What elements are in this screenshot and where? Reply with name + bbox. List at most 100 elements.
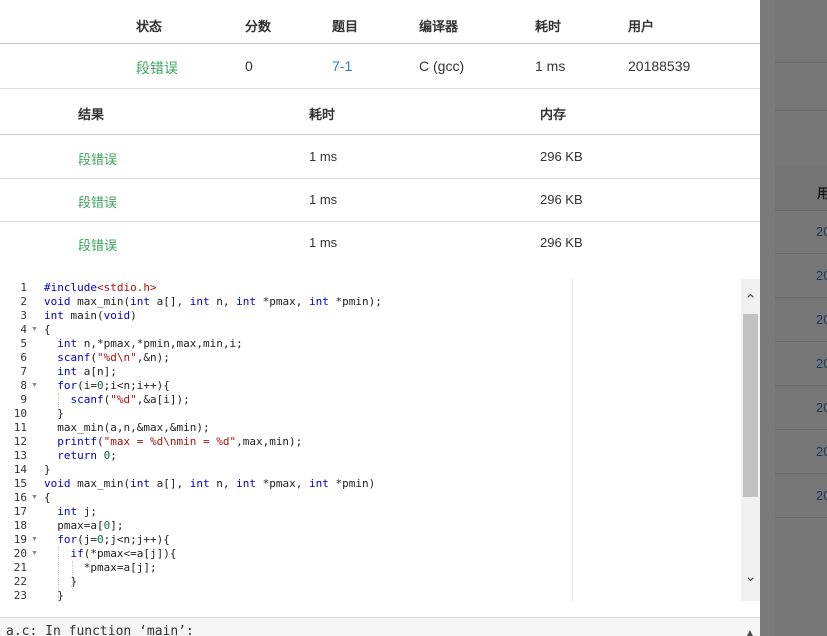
- testcase-memory: 296 KB: [540, 149, 583, 164]
- code-line: for(i=0;i<n;i++){: [57, 379, 170, 392]
- line-number: 15: [13, 477, 27, 490]
- testcase-header-time: 耗时: [309, 107, 336, 122]
- indent-guide: [58, 547, 59, 601]
- line-number: 22: [13, 575, 27, 588]
- testcase-memory: 296 KB: [540, 192, 583, 207]
- line-number: 4: [20, 323, 27, 336]
- line-number: 23: [13, 589, 27, 601]
- summary-time: 1 ms: [535, 58, 566, 74]
- bg-user-id[interactable]: 20: [816, 356, 827, 371]
- code-line: }: [44, 407, 64, 420]
- bg-divider: [775, 210, 827, 211]
- testcase-header-memory: 内存: [540, 107, 567, 122]
- line-number: 9: [20, 393, 27, 406]
- code-line: return 0;: [57, 449, 117, 462]
- indent-guide: [72, 561, 73, 589]
- line-number: 17: [13, 505, 27, 518]
- line-number: 19: [13, 533, 27, 546]
- line-number: 12: [13, 435, 27, 448]
- line-number: 16: [13, 491, 27, 504]
- line-number: 20: [13, 547, 27, 560]
- bg-divider: [775, 110, 827, 111]
- submission-detail-panel: 状态 分数 题目 编译器 耗时 用户 段错误 0 7-1 C (gcc) 1 m…: [0, 0, 760, 636]
- bg-user-id[interactable]: 20: [816, 444, 827, 459]
- code-line: int j;: [57, 505, 97, 518]
- code-line: {: [44, 491, 51, 504]
- scroll-up-icon[interactable]: ⌃: [743, 293, 758, 309]
- summary-problem-link[interactable]: 7-1: [332, 58, 352, 74]
- line-number: 14: [13, 463, 27, 476]
- bg-user-id[interactable]: 20: [816, 224, 827, 239]
- bg-divider: [775, 341, 827, 342]
- code-line: }: [44, 589, 64, 601]
- divider: [0, 221, 760, 222]
- line-number: 5: [20, 337, 27, 350]
- code-line: printf("max = %d\nmin = %d",max,min);: [57, 435, 303, 448]
- code-line: pmax=a[0];: [44, 519, 124, 532]
- code-editor[interactable]: 1 2 3 4 ▼ 5 6 7 8 ▼ 9 10 11 12 13 14 15 16 ▼ 17 18 19 ▼ 20 ▼ 21 22…: [0, 279, 760, 601]
- fold-toggle-icon[interactable]: ▼: [31, 536, 38, 543]
- line-number: 1: [20, 281, 27, 294]
- code-line: #include<stdio.h>: [44, 281, 157, 294]
- code-line: }: [44, 463, 51, 476]
- stage: 用户 20 20 20 20 20 20 20 状态 分数 题目 编译器 耗时: [0, 0, 827, 636]
- bg-column-header-user: 用户: [817, 186, 827, 201]
- summary-compiler: C (gcc): [419, 58, 465, 74]
- testcase-result: 段错误: [78, 195, 118, 210]
- code-line: void max_min(int a[], int n, int *pmax, …: [44, 477, 376, 490]
- summary-row: 段错误 0 7-1 C (gcc) 1 ms 20188539: [0, 0, 760, 88]
- bg-divider: [775, 429, 827, 430]
- testcase-memory: 296 KB: [540, 235, 583, 250]
- summary-status: 段错误: [136, 60, 178, 76]
- bg-user-id[interactable]: 20: [816, 312, 827, 327]
- divider: [0, 134, 760, 135]
- output-scroll-up-icon[interactable]: ▲: [744, 626, 756, 636]
- fold-toggle-icon[interactable]: ▼: [31, 550, 38, 557]
- indent-guide: [58, 393, 59, 421]
- code-line: void max_min(int a[], int n, int *pmax, …: [44, 295, 382, 308]
- bg-divider: [775, 62, 827, 63]
- bg-user-id[interactable]: 20: [816, 400, 827, 415]
- code-scrollbar[interactable]: ⌃ ⌄: [741, 279, 760, 601]
- background-table-strip: 用户 20 20 20 20 20 20 20: [775, 0, 827, 636]
- bg-divider: [775, 297, 827, 298]
- code-line: if(*pmax<=a[j]){: [70, 547, 177, 560]
- line-number: 21: [13, 561, 27, 574]
- testcase-time: 1 ms: [309, 192, 338, 207]
- compiler-output-text: a.c: In function ‘main’:: [6, 624, 194, 636]
- summary-user: 20188539: [628, 58, 691, 74]
- code-line: {: [44, 323, 51, 336]
- fold-toggle-icon[interactable]: ▼: [31, 326, 38, 333]
- line-number-gutter: 1 2 3 4 ▼ 5 6 7 8 ▼ 9 10 11 12 13 14 15 16 ▼ 17 18 19 ▼ 20 ▼ 21 22…: [0, 279, 42, 601]
- code-line: int a[n];: [57, 365, 117, 378]
- code-line: scanf("%d",&a[i]);: [70, 393, 190, 406]
- testcase-time: 1 ms: [309, 149, 338, 164]
- line-number: 18: [13, 519, 27, 532]
- bg-user-id[interactable]: 20: [816, 488, 827, 503]
- code-line: scanf("%d\n",&n);: [57, 351, 170, 364]
- scroll-thumb[interactable]: [743, 314, 758, 497]
- bg-user-id[interactable]: 20: [816, 268, 827, 283]
- line-number: 13: [13, 449, 27, 462]
- bg-divider: [775, 385, 827, 386]
- bg-divider: [775, 517, 827, 518]
- divider: [0, 88, 760, 89]
- line-number: 3: [20, 309, 27, 322]
- scroll-down-icon[interactable]: ⌄: [743, 569, 758, 585]
- fold-toggle-icon[interactable]: ▼: [31, 494, 38, 501]
- line-number: 8: [20, 379, 27, 392]
- bg-divider: [775, 253, 827, 254]
- code-line: int n,*pmax,*pmin,max,min,i;: [57, 337, 243, 350]
- compiler-output: a.c: In function ‘main’: ▲: [0, 617, 760, 636]
- divider: [0, 178, 760, 179]
- testcase-header-result: 结果: [78, 107, 105, 122]
- fold-toggle-icon[interactable]: ▼: [31, 382, 38, 389]
- code-line: for(j=0;j<n;j++){: [57, 533, 170, 546]
- line-number: 2: [20, 295, 27, 308]
- line-number: 11: [13, 421, 27, 434]
- code-line: int main(void): [44, 309, 137, 322]
- line-number: 10: [13, 407, 27, 420]
- code-line: *pmax=a[j];: [44, 561, 157, 574]
- print-margin: [572, 279, 573, 601]
- summary-score: 0: [245, 58, 253, 74]
